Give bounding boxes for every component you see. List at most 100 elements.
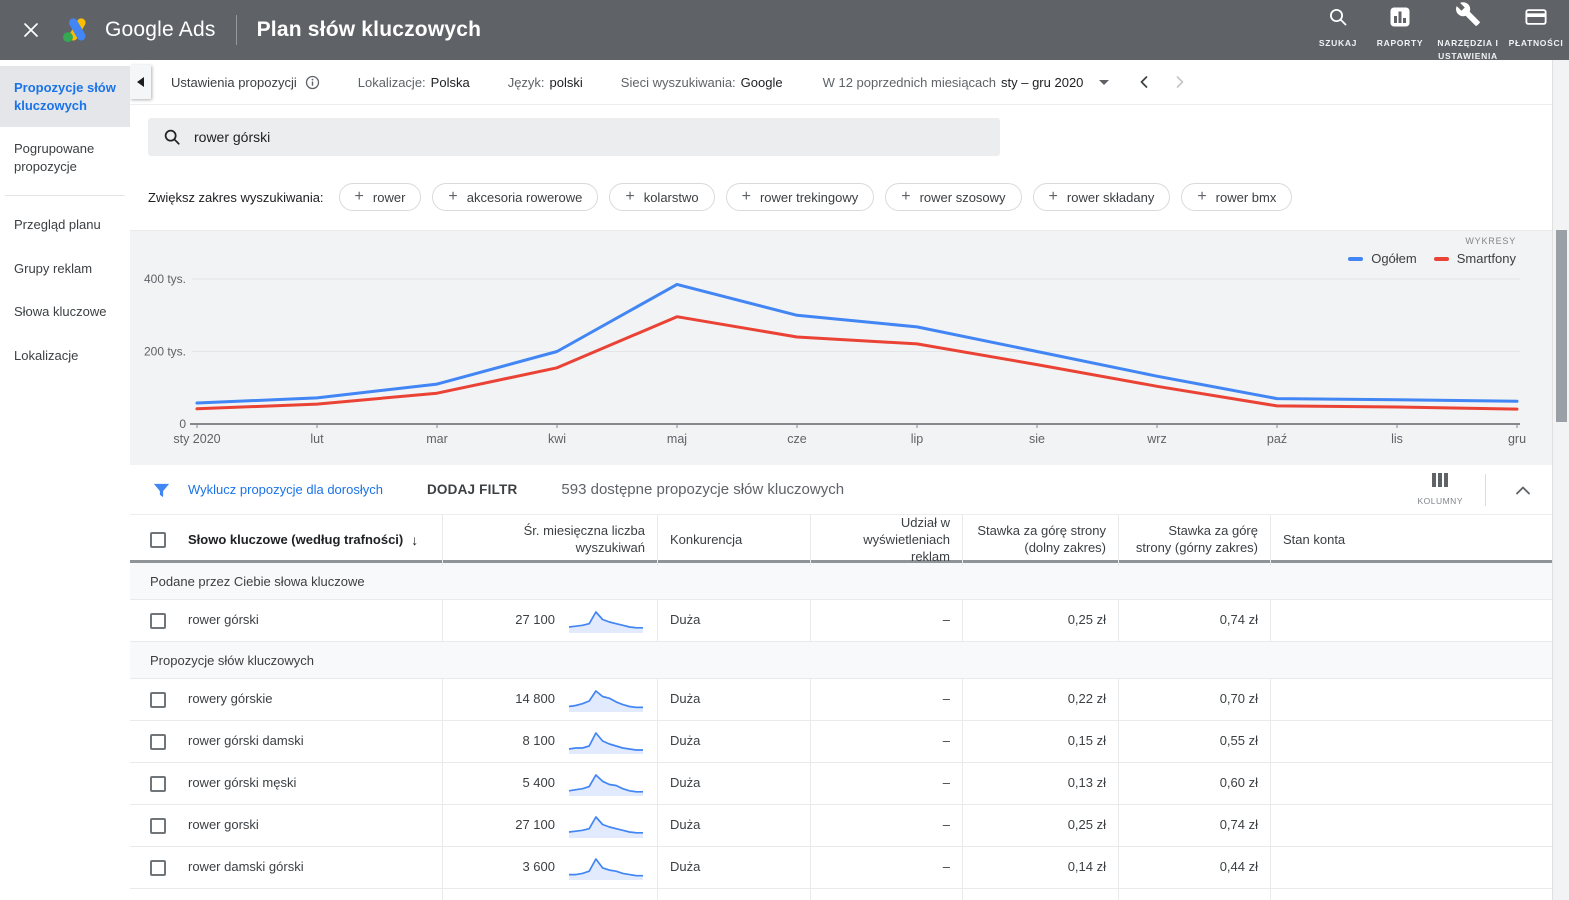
avg-searches-value: 8 100 (522, 733, 555, 749)
reports-button[interactable]: RAPORTY (1369, 0, 1431, 50)
account-status-cell (1270, 763, 1552, 804)
next-period-button[interactable] (1167, 69, 1193, 95)
settings-group[interactable]: Lokalizacje: Polska (358, 75, 470, 90)
filter-bar-right: KOLUMNY (1417, 473, 1538, 506)
period-dropdown[interactable]: W 12 poprzednich miesiącach sty – gru 20… (823, 75, 1110, 90)
column-header[interactable]: Słowo kluczowe (według trafności) ↓ (130, 515, 442, 566)
keyword-row-partial (130, 889, 1552, 900)
keyword-text: rower damski górski (188, 859, 304, 875)
column-header[interactable]: Udział w wyświetleniach reklam (810, 515, 962, 566)
search-action-button[interactable]: SZUKAJ (1307, 0, 1369, 50)
sidebar-item[interactable]: Pogrupowane propozycje (0, 127, 130, 188)
top-bid-low-cell: 0,15 zł (962, 721, 1118, 762)
settings-group[interactable]: Sieci wyszukiwania: Google (621, 75, 783, 90)
keyword-chips: + rower + akcesoria rowerowe + kolarstwo + rowe… (338, 183, 1304, 211)
broaden-keyword-chip[interactable]: + rower trekingowy (725, 183, 875, 211)
broaden-keyword-chip[interactable]: + rower składany (1032, 183, 1171, 211)
settings-group-label: Sieci wyszukiwania: (620, 74, 736, 90)
vertical-scrollbar[interactable] (1552, 60, 1569, 900)
plus-icon: + (901, 188, 911, 205)
competition-cell: Duża (657, 763, 810, 804)
row-checkbox[interactable] (150, 612, 166, 629)
columns-button[interactable]: KOLUMNY (1417, 473, 1463, 506)
competition-cell: Duża (657, 805, 810, 846)
previous-period-button[interactable] (1131, 69, 1157, 95)
row-checkbox[interactable] (150, 691, 166, 708)
row-checkbox[interactable] (150, 859, 166, 876)
back-button[interactable] (130, 65, 151, 99)
close-icon[interactable] (14, 13, 48, 47)
filter-bar: Wyklucz propozycje dla dorosłych DODAJ F… (130, 465, 1552, 515)
empty-cell (1118, 889, 1270, 900)
sidebar-item[interactable]: Grupy reklam (0, 247, 130, 291)
avg-searches-value: 5 400 (522, 775, 555, 791)
column-header-label: Konkurencja (670, 531, 743, 547)
payments-button[interactable]: PŁATNOŚCI (1505, 0, 1567, 50)
column-header[interactable]: Stan konta (1270, 515, 1552, 566)
filter-funnel-icon[interactable] (152, 481, 171, 499)
keyword-search-input[interactable] (194, 129, 985, 145)
payments-label: PŁATNOŚCI (1508, 38, 1564, 49)
row-checkbox[interactable] (150, 817, 166, 834)
impression-share-cell: – (810, 600, 962, 641)
top-bid-low-cell: 0,13 zł (962, 763, 1118, 804)
plus-icon: + (1197, 188, 1207, 205)
add-filter-button[interactable]: DODAJ FILTR (427, 482, 517, 497)
info-icon[interactable] (305, 75, 320, 90)
keyword-text: rower górski męski (188, 775, 297, 791)
broaden-keyword-chip[interactable]: + akcesoria rowerowe (432, 183, 599, 211)
page: Google Ads Plan słów kluczowych SZUKAJ R… (0, 0, 1569, 900)
avg-searches-value: 14 800 (515, 691, 555, 707)
tools-settings-button[interactable]: NARZĘDZIA I USTAWIENIA (1431, 0, 1505, 63)
empty-cell (130, 889, 442, 900)
top-bid-high-cell: 0,74 zł (1118, 805, 1270, 846)
avg-searches-value: 27 100 (515, 612, 555, 628)
svg-text:kwi: kwi (548, 432, 566, 446)
sidebar-item[interactable]: Lokalizacje (0, 334, 130, 378)
keyword-row: rower gorski 27 100 Duża –0,25 zł 0,74 zł (130, 805, 1552, 847)
sidebar-item[interactable]: Przegląd planu (0, 203, 130, 247)
keyword-cell: rower gorski (130, 805, 442, 846)
select-all-checkbox[interactable] (150, 532, 166, 549)
top-bid-low-cell: 0,14 zł (962, 847, 1118, 888)
search-icon (163, 128, 181, 146)
column-header[interactable]: Konkurencja (657, 515, 810, 566)
column-header[interactable]: Stawka za górę strony (górny zakres) (1118, 515, 1270, 566)
broaden-keyword-chip[interactable]: + rower (338, 183, 422, 211)
competition-cell: Duża (657, 721, 810, 762)
credit-card-icon (1525, 7, 1547, 32)
column-header-label: Słowo kluczowe (według trafności) (188, 531, 404, 547)
search-box[interactable] (148, 118, 1000, 156)
account-status-cell (1270, 805, 1552, 846)
settings-group[interactable]: Język: polski (508, 75, 583, 90)
row-checkbox[interactable] (150, 775, 166, 792)
row-checkbox[interactable] (150, 733, 166, 750)
trend-line-chart: 400 tys. 200 tys. 0sty 2020 lut mar kwi maj cze… (144, 272, 1526, 446)
broaden-keyword-chip[interactable]: + rower bmx (1181, 183, 1293, 211)
column-header-label: Śr. miesięczna liczba wyszukiwań (523, 523, 645, 556)
top-bid-high-cell: 0,55 zł (1118, 721, 1270, 762)
search-trend-sparkline (568, 689, 643, 712)
chevron-down-icon (1099, 79, 1110, 85)
svg-text:400 tys.: 400 tys. (144, 272, 186, 286)
proposal-settings-button[interactable]: Ustawienia propozycji (171, 75, 320, 90)
empty-cell (810, 889, 962, 900)
chip-label: akcesoria rowerowe (466, 189, 583, 205)
broaden-keyword-chip[interactable]: + rower szosowy (885, 183, 1022, 211)
column-header[interactable]: Stawka za górę strony (dolny zakres) (962, 515, 1118, 566)
sidebar-items: Propozycje słów kluczowych Pogrupowane pr… (0, 66, 130, 377)
avg-searches-cell: 14 800 (442, 679, 657, 720)
broaden-keyword-chip[interactable]: + kolarstwo (609, 183, 715, 211)
settings-bar: Ustawienia propozycji Lokalizacje: Polska… (130, 60, 1552, 105)
table-header-row: Słowo kluczowe (według trafności) ↓ Śr. mi… (130, 515, 1552, 566)
scrollbar-thumb[interactable] (1556, 230, 1567, 422)
wrench-icon (1455, 1, 1481, 32)
search-action-label: SZUKAJ (1318, 38, 1358, 49)
collapse-table-button[interactable] (1508, 475, 1538, 505)
sidebar-divider (5, 195, 125, 197)
column-header[interactable]: Śr. miesięczna liczba wyszukiwań (442, 515, 657, 566)
exclude-adult-link[interactable]: Wyklucz propozycje dla dorosłych (188, 482, 383, 497)
svg-text:0: 0 (179, 417, 186, 431)
sidebar-item[interactable]: Słowa kluczowe (0, 290, 130, 334)
sidebar-item[interactable]: Propozycje słów kluczowych (0, 66, 130, 128)
